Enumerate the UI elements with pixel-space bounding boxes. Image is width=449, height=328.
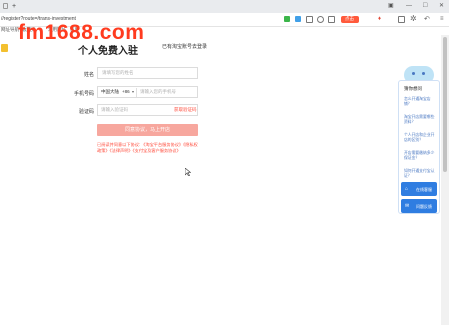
star-icon[interactable]: [306, 16, 313, 23]
name-input[interactable]: 请填写您的姓名: [97, 67, 198, 79]
chat-icon: ⌂: [405, 186, 409, 192]
tab-icon[interactable]: [3, 3, 8, 9]
feedback-button[interactable]: ✉ 问题反馈: [401, 199, 437, 213]
feedback-label: 问题反馈: [416, 204, 432, 209]
grid-icon[interactable]: [328, 16, 335, 23]
mascot-eye: [422, 72, 425, 75]
restore-icon[interactable]: ▣: [388, 3, 394, 9]
maximize-button[interactable]: □: [423, 2, 427, 9]
chat-label: 在线客服: [416, 187, 432, 192]
login-link[interactable]: 已有淘宝账号去登录: [162, 45, 207, 50]
cursor-icon: [185, 168, 191, 176]
back-icon[interactable]: ↶: [424, 16, 430, 23]
minimize-button[interactable]: —: [406, 3, 412, 9]
browser-tab-strip: + ▣ — □ ✕: [0, 0, 449, 13]
close-button[interactable]: ✕: [439, 3, 444, 9]
shield-icon[interactable]: [284, 16, 290, 22]
help-question[interactable]: 如何开通支付宝认证？: [404, 169, 438, 179]
code-input[interactable]: 请输入验证码: [101, 107, 128, 113]
help-question[interactable]: 淘宝开店需要哪些资料？: [404, 115, 438, 125]
help-question[interactable]: 怎么开通淘宝店铺？: [404, 97, 438, 107]
country-code[interactable]: +86: [122, 89, 130, 95]
scrollbar-thumb[interactable]: [443, 37, 447, 172]
bookmark-item[interactable]: 网址导航: [1, 27, 19, 33]
mail-icon: ✉: [405, 203, 410, 209]
menu-icon[interactable]: ≡: [440, 16, 444, 22]
translate-icon[interactable]: [295, 16, 301, 22]
divider: [136, 88, 137, 97]
settings-gear-icon[interactable]: ✲: [410, 15, 417, 23]
apps-icon[interactable]: [398, 16, 405, 23]
get-code-button[interactable]: 获取验证码: [174, 107, 197, 113]
country-select[interactable]: 中国大陆: [101, 89, 119, 95]
phone-input[interactable]: 请输入您的手机号: [140, 89, 176, 95]
bell-icon[interactable]: ♦: [378, 16, 381, 22]
promo-badge[interactable]: 点击: [341, 16, 359, 23]
help-question[interactable]: 个人开店和企业开店的区别？: [404, 133, 438, 143]
lightning-icon[interactable]: [317, 16, 324, 23]
phone-field: 中国大陆 +86 ▾ 请输入您的手机号: [97, 86, 198, 98]
name-label: 姓名: [83, 72, 94, 78]
promo-badge-label: 点击: [345, 16, 354, 21]
help-panel-title: 猜你想问: [404, 86, 422, 91]
chat-button[interactable]: ⌂ 在线客服: [401, 182, 437, 196]
mascot-eye: [412, 72, 415, 75]
page-title: 个人免费入驻: [78, 46, 138, 57]
new-tab-button[interactable]: +: [12, 3, 16, 10]
watermark-text: fm1688.com: [18, 21, 145, 44]
coin-icon: [1, 44, 8, 52]
help-question[interactable]: 开店需要缴纳多少保证金？: [404, 151, 438, 161]
agreement-text[interactable]: 已阅读并同意以下协议: 《淘宝平台服务协议》《隐私权政策》《法律声明》《支付宝及…: [97, 142, 200, 154]
code-field: 请输入验证码 获取验证码: [97, 104, 198, 116]
help-panel: 猜你想问 怎么开通淘宝店铺？ 淘宝开店需要哪些资料？ 个人开店和企业开店的区别？…: [398, 80, 440, 214]
code-label: 验证码: [78, 109, 94, 115]
chevron-down-icon[interactable]: ▾: [132, 90, 134, 94]
submit-button[interactable]: 同意协议，马上开店: [97, 124, 198, 136]
phone-label: 手机号码: [73, 91, 94, 97]
